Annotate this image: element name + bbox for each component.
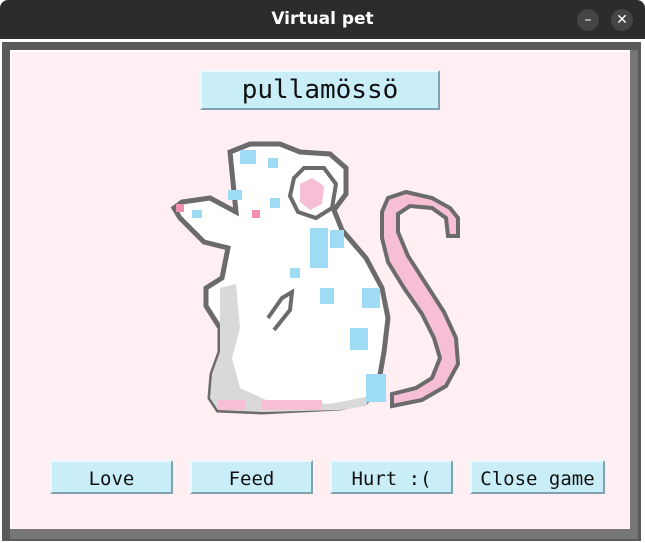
- rat-eye: [252, 210, 260, 218]
- pet-name-label: pullamössö: [200, 70, 440, 110]
- rat-body: [170, 141, 391, 415]
- rat-foot: [218, 400, 246, 410]
- feed-button[interactable]: Feed: [190, 460, 313, 494]
- app-window: Virtual pet – ✕ pullamössö Love Feed Hur…: [0, 0, 645, 543]
- love-button[interactable]: Love: [50, 460, 173, 494]
- rat-foot: [262, 400, 322, 410]
- rat-tail: [380, 189, 461, 409]
- hurt-button[interactable]: Hurt :(: [330, 460, 453, 494]
- close-game-button[interactable]: Close game: [470, 460, 605, 494]
- minimize-button[interactable]: –: [577, 9, 599, 31]
- close-window-button[interactable]: ✕: [611, 9, 633, 31]
- rat-nose: [176, 204, 184, 212]
- window-title: Virtual pet: [271, 9, 374, 29]
- title-bar[interactable]: Virtual pet – ✕: [0, 0, 645, 39]
- pixel-rat-icon: [170, 141, 461, 415]
